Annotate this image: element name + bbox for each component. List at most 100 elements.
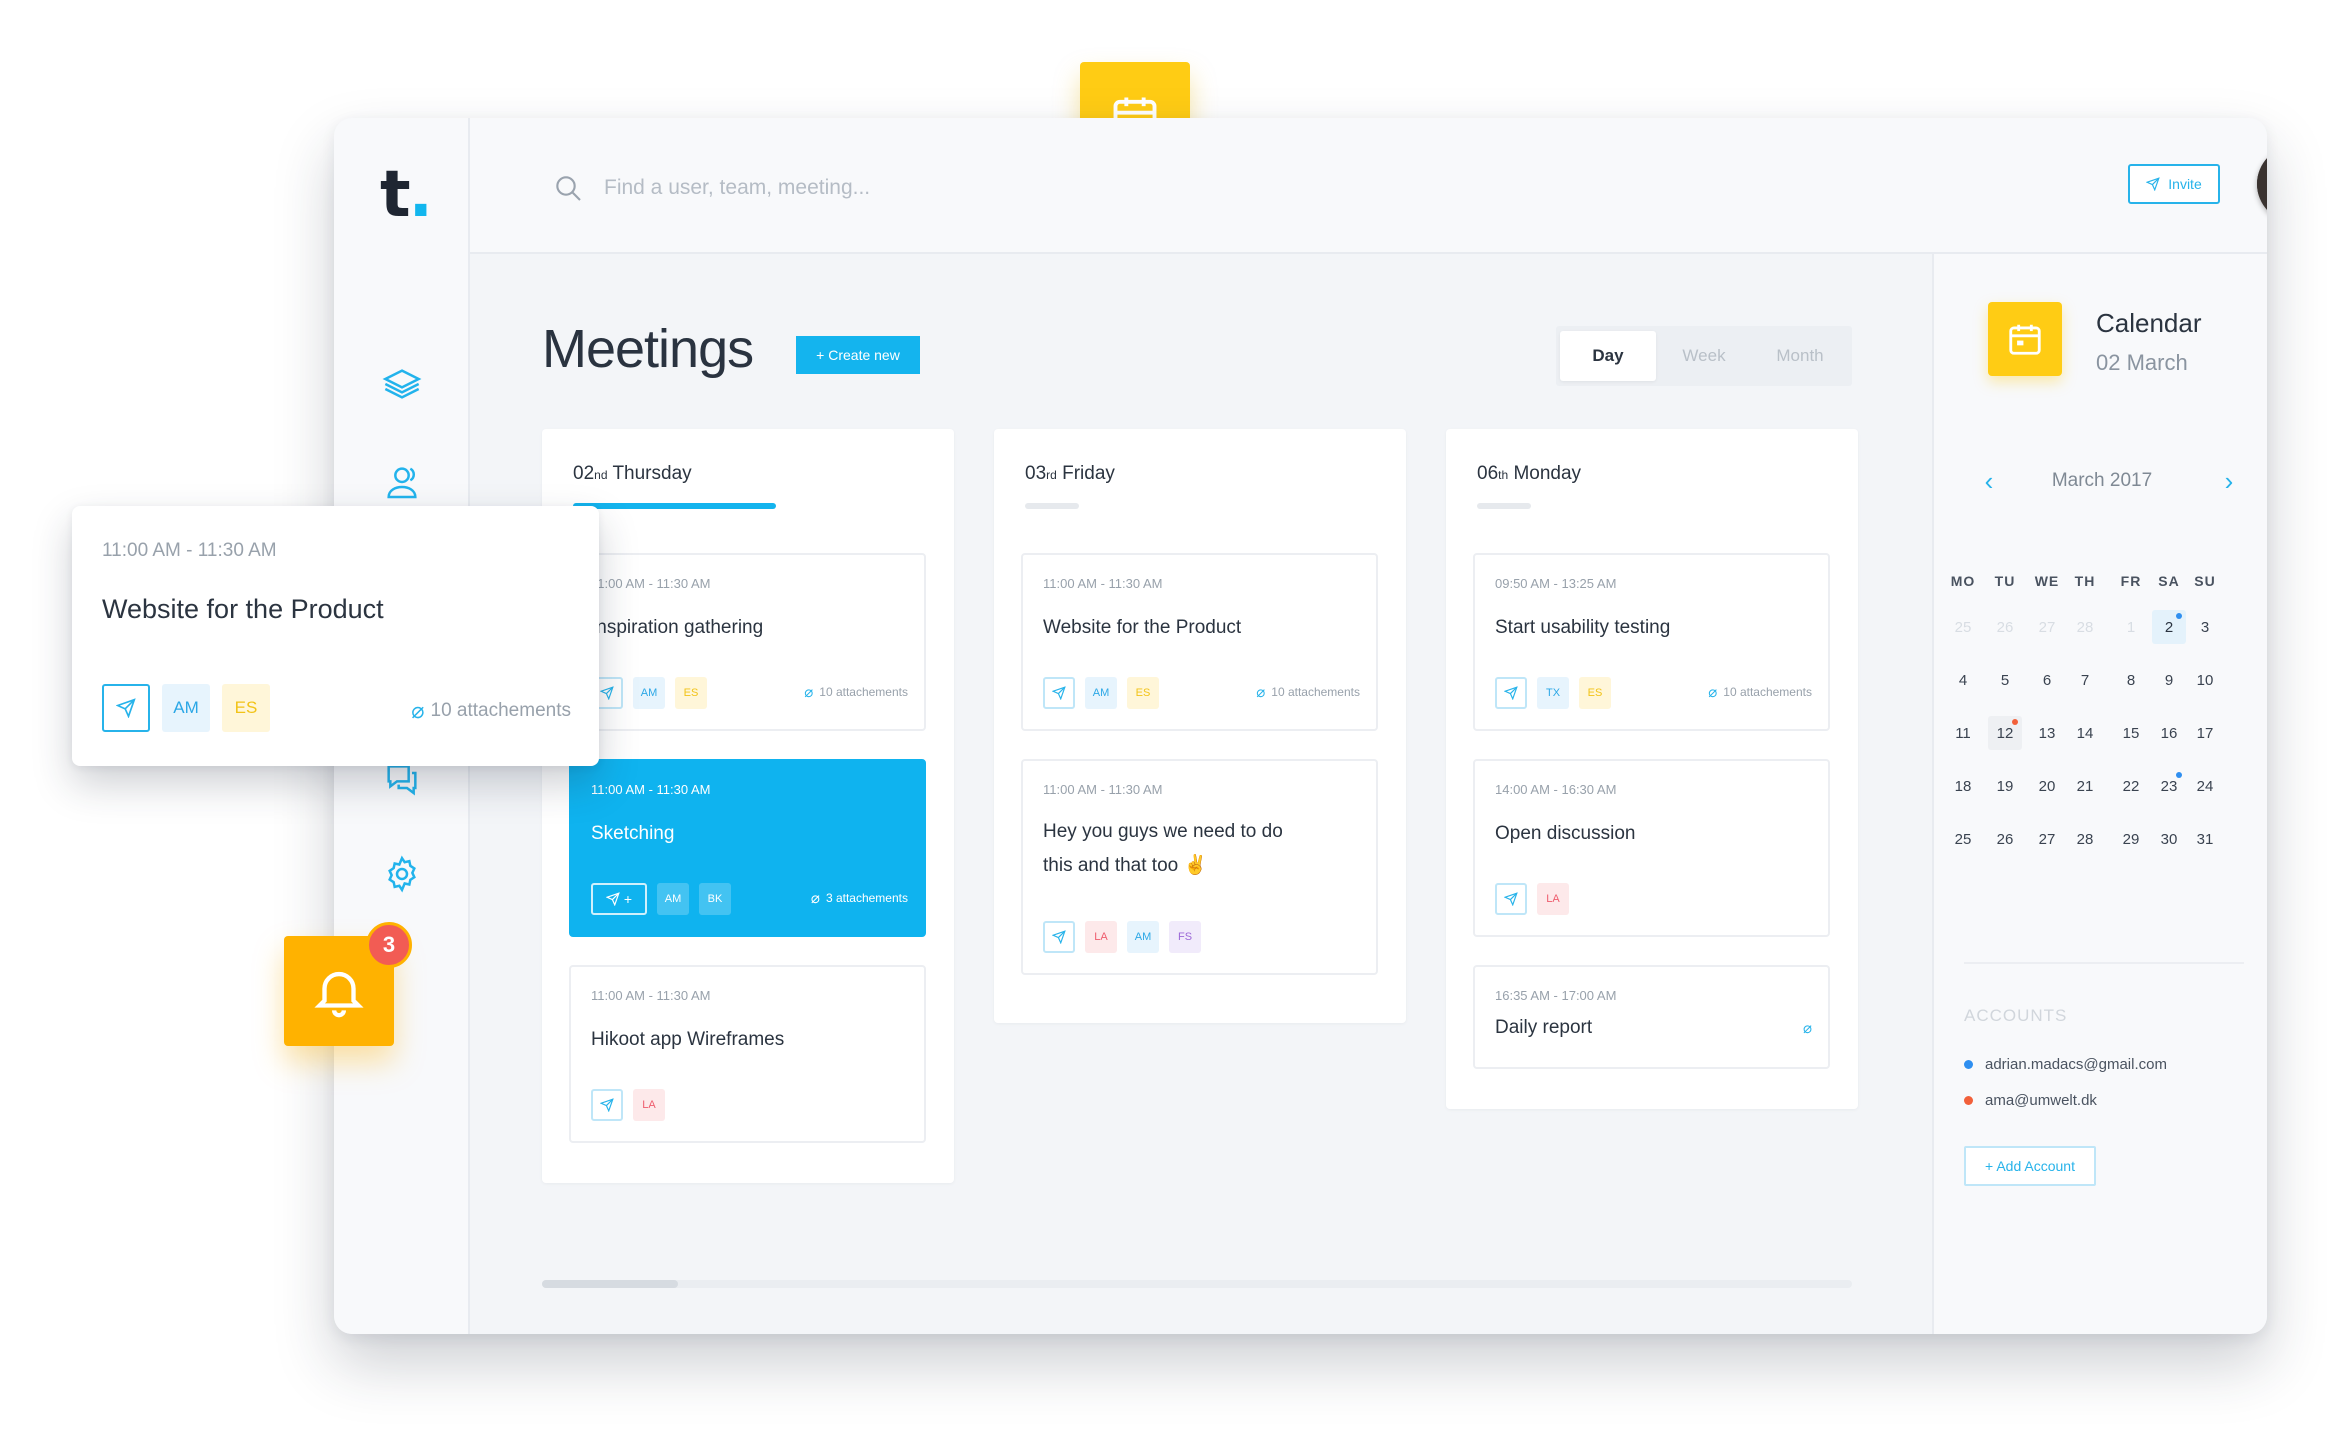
attachments-link[interactable]: ⌀ 10 attachements: [1708, 683, 1812, 701]
calendar-day[interactable]: 15: [2114, 716, 2148, 750]
account-color-dot: [1964, 1096, 1973, 1105]
member-tag[interactable]: ES: [675, 677, 707, 709]
calendar-day[interactable]: 6: [2030, 663, 2064, 697]
calendar-day[interactable]: 13: [2030, 716, 2064, 750]
floating-meeting-card[interactable]: 11:00 AM - 11:30 AM Website for the Prod…: [72, 506, 599, 766]
member-tag[interactable]: ES: [1127, 677, 1159, 709]
member-tag[interactable]: BK: [699, 883, 731, 915]
member-tag[interactable]: AM: [633, 677, 665, 709]
meeting-card-selected[interactable]: 11:00 AM - 11:30 AM Sketching + AM BK ⌀ 3…: [569, 759, 926, 937]
invite-button[interactable]: Invite: [2128, 164, 2220, 204]
meeting-tags: AM ES: [591, 677, 707, 709]
add-account-button[interactable]: + Add Account: [1964, 1146, 2096, 1186]
calendar-day[interactable]: 22: [2114, 769, 2148, 803]
meeting-card[interactable]: 16:35 AM - 17:00 AM Daily report ⌀: [1473, 965, 1830, 1069]
share-button[interactable]: [1043, 921, 1075, 953]
member-tag[interactable]: LA: [633, 1089, 665, 1121]
search-input[interactable]: [604, 168, 1124, 208]
calendar-day[interactable]: 31: [2188, 822, 2222, 856]
member-tag[interactable]: AM: [162, 684, 210, 732]
sidebar-item-settings[interactable]: [382, 854, 422, 894]
tab-day[interactable]: Day: [1560, 331, 1656, 381]
member-tag[interactable]: AM: [1085, 677, 1117, 709]
calendar-day[interactable]: 30: [2152, 822, 2186, 856]
meeting-time: 09:50 AM - 13:25 AM: [1495, 576, 1617, 591]
calendar-day[interactable]: 10: [2188, 663, 2222, 697]
member-tag[interactable]: FS: [1169, 921, 1201, 953]
share-button[interactable]: +: [591, 883, 647, 915]
meeting-title: Inspiration gathering: [591, 617, 764, 638]
calendar-day[interactable]: 9: [2152, 663, 2186, 697]
share-button[interactable]: [102, 684, 150, 732]
calendar-day[interactable]: 23: [2152, 769, 2186, 803]
meeting-card[interactable]: 11:00 AM - 11:30 AM Hey you guys we need…: [1021, 759, 1378, 975]
calendar-day[interactable]: 25: [1946, 822, 1980, 856]
tab-month[interactable]: Month: [1752, 331, 1848, 381]
create-new-button[interactable]: + Create new: [796, 336, 920, 374]
calendar-day[interactable]: 24: [2188, 769, 2222, 803]
calendar-day[interactable]: 14: [2068, 716, 2102, 750]
paperclip-icon: ⌀: [804, 684, 814, 701]
calendar-day[interactable]: 20: [2030, 769, 2064, 803]
calendar-day[interactable]: 17: [2188, 716, 2222, 750]
calendar-day[interactable]: 26: [1988, 610, 2022, 644]
member-tag[interactable]: LA: [1537, 883, 1569, 915]
calendar-day[interactable]: 25: [1946, 610, 1980, 644]
member-tag[interactable]: AM: [1127, 921, 1159, 953]
attachments-link[interactable]: ⌀ 3 attachements: [811, 889, 908, 907]
view-toggle: Day Week Month: [1556, 326, 1852, 386]
calendar-day[interactable]: 8: [2114, 663, 2148, 697]
meeting-time: 11:00 AM - 11:30 AM: [1043, 782, 1163, 797]
chevron-right-icon[interactable]: ›: [2214, 466, 2244, 496]
calendar-day[interactable]: 21: [2068, 769, 2102, 803]
calendar-day[interactable]: 29: [2114, 822, 2148, 856]
sidebar-item-layers[interactable]: [382, 364, 422, 404]
calendar-day[interactable]: 2: [2152, 610, 2186, 644]
calendar-day[interactable]: 16: [2152, 716, 2186, 750]
sidebar-item-users[interactable]: [382, 462, 422, 502]
user-photo: [2257, 146, 2267, 222]
app-logo[interactable]: t.: [380, 158, 433, 232]
calendar-day[interactable]: 12: [1988, 716, 2022, 750]
calendar-day[interactable]: 11: [1946, 716, 1980, 750]
member-tag[interactable]: LA: [1085, 921, 1117, 953]
scrollbar-thumb[interactable]: [542, 1280, 678, 1288]
account-item[interactable]: adrian.madacs@gmail.com: [1964, 1056, 2167, 1073]
member-tag[interactable]: TX: [1537, 677, 1569, 709]
member-tag[interactable]: AM: [657, 883, 689, 915]
meeting-card[interactable]: 11:00 AM - 11:30 AM Hikoot app Wireframe…: [569, 965, 926, 1143]
calendar-day[interactable]: 7: [2068, 663, 2102, 697]
avatar[interactable]: [2257, 146, 2267, 222]
calendar-day[interactable]: 1: [2114, 610, 2148, 644]
meeting-card[interactable]: 11:00 AM - 11:30 AM Website for the Prod…: [1021, 553, 1378, 731]
calendar-day[interactable]: 28: [2068, 822, 2102, 856]
meeting-title: Website for the Product: [102, 594, 384, 624]
share-button[interactable]: [1043, 677, 1075, 709]
meeting-card[interactable]: 14:00 AM - 16:30 AM Open discussion LA: [1473, 759, 1830, 937]
attachments-link[interactable]: ⌀ 10 attachements: [411, 698, 571, 724]
account-item[interactable]: ama@umwelt.dk: [1964, 1092, 2097, 1109]
meeting-card[interactable]: 09:50 AM - 13:25 AM Start usability test…: [1473, 553, 1830, 731]
attachments-link[interactable]: ⌀ 10 attachements: [1256, 683, 1360, 701]
calendar-day[interactable]: 27: [2030, 610, 2064, 644]
share-button[interactable]: [1495, 677, 1527, 709]
meeting-tags: LA: [591, 1089, 665, 1121]
calendar-day[interactable]: 26: [1988, 822, 2022, 856]
member-tag[interactable]: ES: [222, 684, 270, 732]
attachments-link[interactable]: ⌀ 10 attachements: [804, 683, 908, 701]
calendar-day[interactable]: 27: [2030, 822, 2064, 856]
calendar-day[interactable]: 3: [2188, 610, 2222, 644]
calendar-day[interactable]: 4: [1946, 663, 1980, 697]
member-tag[interactable]: ES: [1579, 677, 1611, 709]
calendar-day[interactable]: 28: [2068, 610, 2102, 644]
meeting-card[interactable]: 11:00 AM - 11:30 AM Inspiration gatherin…: [569, 553, 926, 731]
logo-dot: .: [408, 158, 433, 232]
tab-week[interactable]: Week: [1656, 331, 1752, 381]
attachments-link[interactable]: ⌀: [1803, 1019, 1812, 1037]
calendar-day[interactable]: 5: [1988, 663, 2022, 697]
calendar-day[interactable]: 19: [1988, 769, 2022, 803]
calendar-day[interactable]: 18: [1946, 769, 1980, 803]
share-button[interactable]: [1495, 883, 1527, 915]
horizontal-scrollbar[interactable]: [542, 1280, 1852, 1288]
share-button[interactable]: [591, 1089, 623, 1121]
